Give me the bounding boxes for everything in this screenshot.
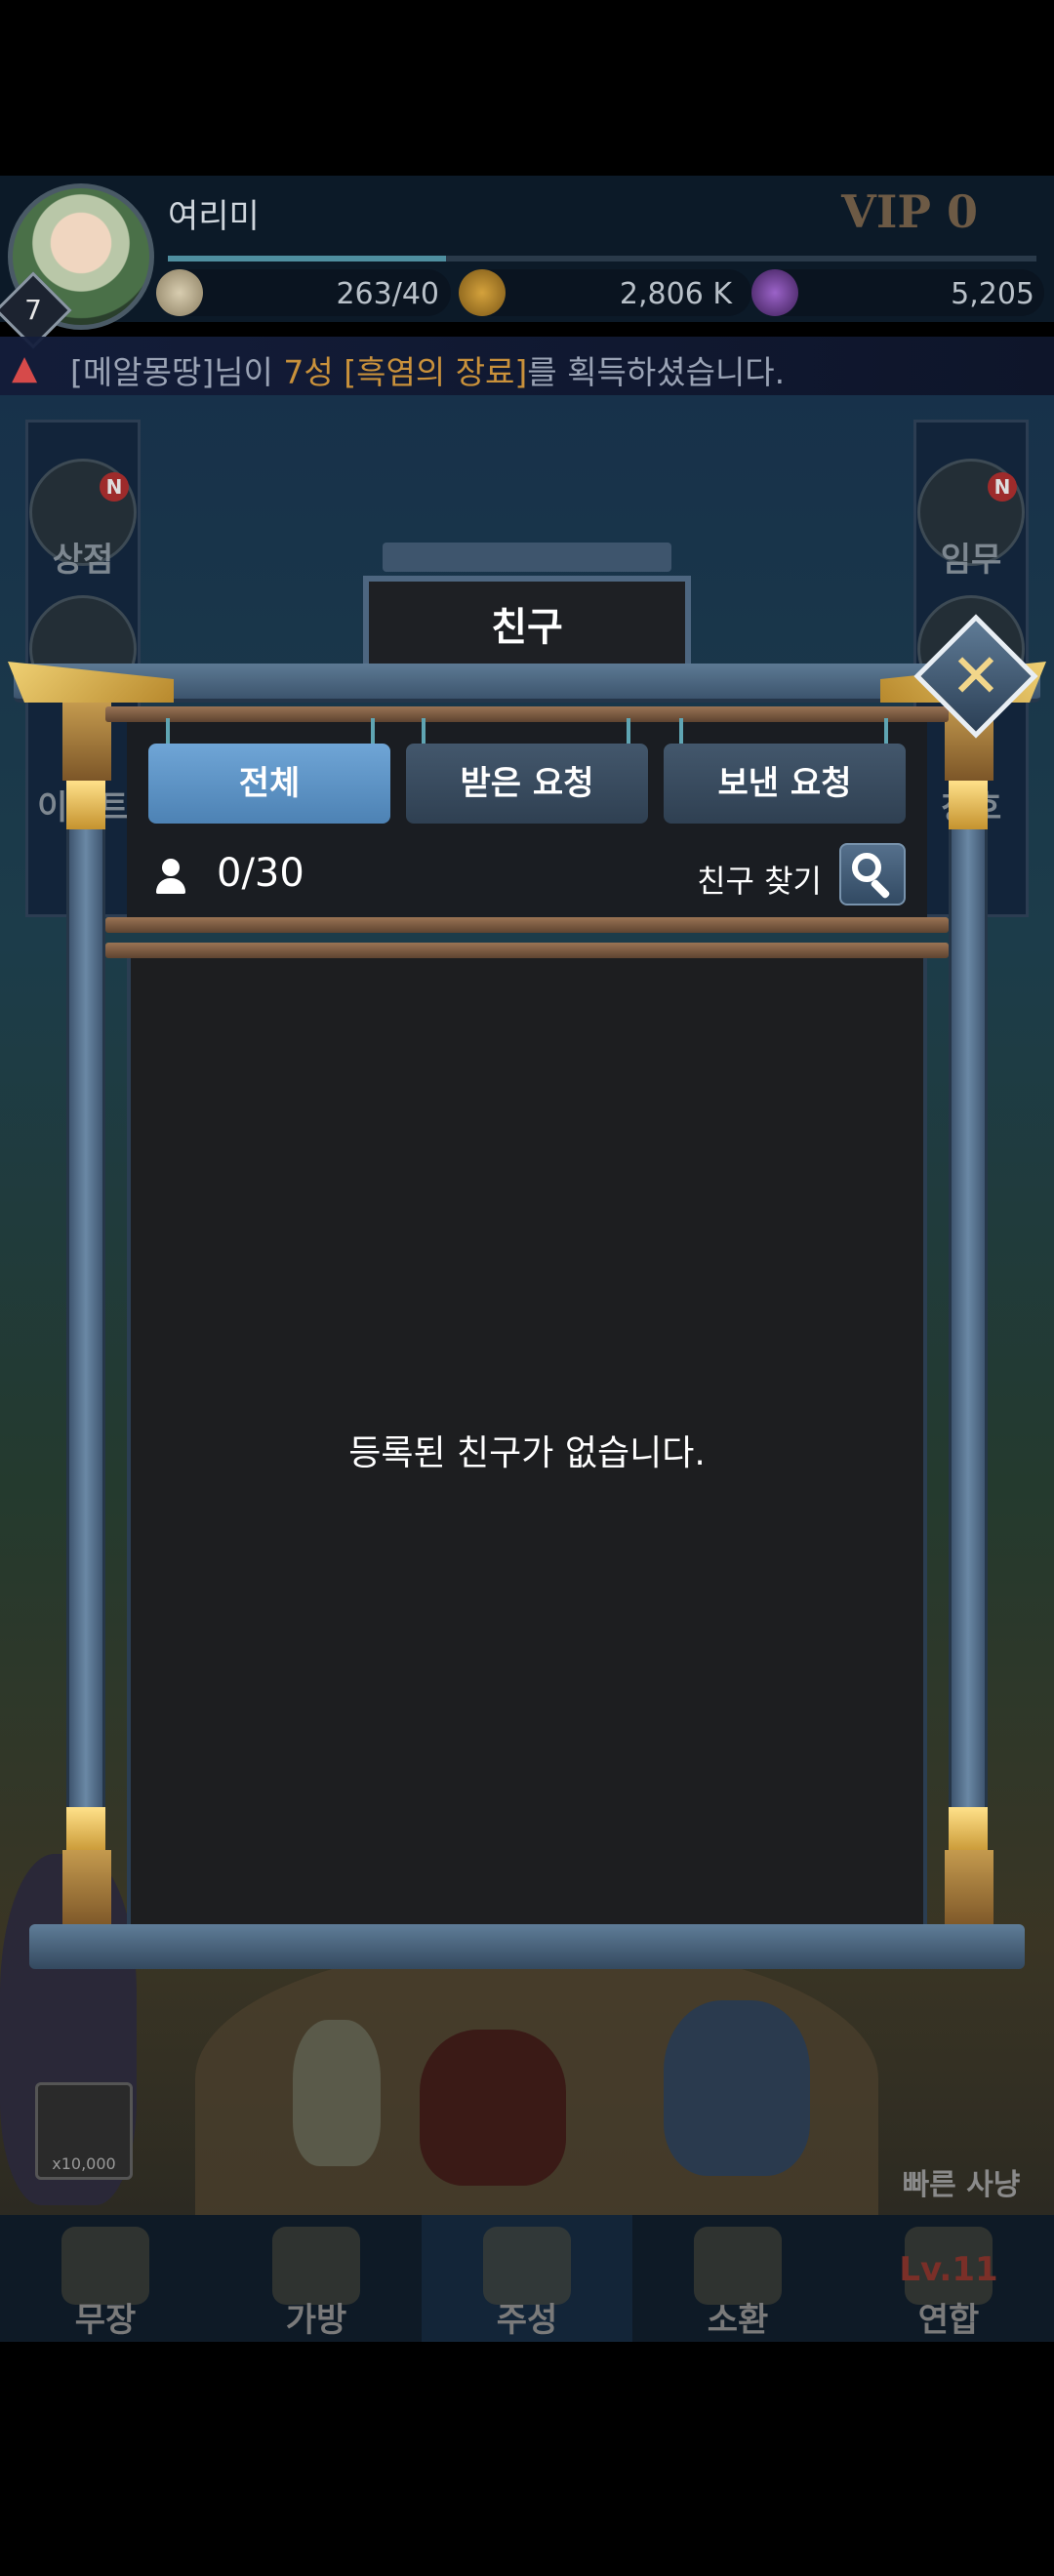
horse-character	[420, 2030, 566, 2186]
gem-value: 5,205	[951, 277, 1034, 311]
exp-fill	[168, 256, 446, 262]
empty-friends-message: 등록된 친구가 없습니다.	[348, 1433, 706, 1473]
vip-level[interactable]: VIP 0	[841, 185, 978, 238]
gold-value: 2,806 K	[619, 277, 732, 311]
notice-suffix: 를 획득하셨습니다.	[527, 353, 786, 391]
middle-beam	[105, 943, 949, 958]
purple-gem-icon	[751, 269, 798, 316]
notice-item: [흑염의 장료]	[333, 353, 528, 391]
gold-band	[66, 781, 105, 829]
notice-bar: ▲ [메알몽땅]님이 7성 [흑염의 장료]를 획득하셨습니다.	[0, 337, 1054, 395]
megaphone-icon: ▲	[12, 348, 38, 387]
nav-label-bag: 가방	[285, 2301, 347, 2340]
friend-count: 0/30	[217, 851, 304, 896]
top-beam	[105, 706, 949, 722]
treasure-chest-icon[interactable]	[888, 2078, 1034, 2156]
tab-received-requests[interactable]: 받은 요청	[406, 744, 648, 824]
gold-coin-icon	[459, 269, 506, 316]
notice-grade: 7성	[283, 353, 334, 391]
player-name: 여리미	[168, 197, 260, 236]
stamina-value: 263/40	[336, 277, 439, 311]
pillar-base	[62, 1850, 111, 1928]
popup-pillar-left	[66, 703, 105, 1932]
tab-all[interactable]: 전체	[148, 744, 390, 824]
notice-text: [메알몽땅]님이 7성 [흑염의 장료]를 획득하셨습니다.	[70, 346, 785, 393]
quest-new-badge: N	[988, 472, 1017, 502]
pillar-base	[945, 1850, 993, 1928]
quick-reward-count: x10,000	[52, 2154, 116, 2173]
quest-label: 임무	[940, 541, 1002, 580]
tab-sent-requests[interactable]: 보낸 요청	[664, 744, 906, 824]
alliance-level-requirement: Lv.11	[899, 2250, 998, 2289]
fast-hunt-label[interactable]: 빠른 사냥	[883, 2160, 1039, 2203]
shop-new-badge: N	[100, 472, 129, 502]
hero-character	[293, 2020, 381, 2166]
popup-title: 친구	[491, 605, 563, 650]
shop-label: 상점	[52, 541, 114, 580]
notice-prefix: [메알몽땅]님이	[70, 353, 284, 391]
gold-band	[949, 1807, 988, 1856]
pillar-cap	[62, 703, 111, 781]
search-icon	[852, 853, 881, 882]
gold-band	[949, 781, 988, 829]
middle-beam	[105, 917, 949, 933]
player-level: 7	[24, 294, 42, 326]
close-icon[interactable]: ✕	[932, 632, 1020, 720]
find-friend-label[interactable]: 친구 찾기	[697, 857, 822, 902]
person-icon	[162, 859, 180, 876]
gold-band	[66, 1807, 105, 1856]
nav-label-alliance: 연합	[917, 2301, 980, 2340]
mounted-character	[664, 2000, 810, 2176]
nav-label-main-castle: 주성	[496, 2301, 558, 2340]
top-status-bar: 7 여리미 VIP 0 263/40 2,806 K 5,205	[0, 176, 1054, 349]
nav-label-summon: 소환	[707, 2301, 769, 2340]
exp-bar	[168, 256, 1036, 262]
nav-label-general: 무장	[74, 2301, 137, 2340]
popup-pillar-right	[949, 703, 988, 1932]
title-roof	[383, 543, 671, 572]
popup-base	[29, 1924, 1025, 1969]
